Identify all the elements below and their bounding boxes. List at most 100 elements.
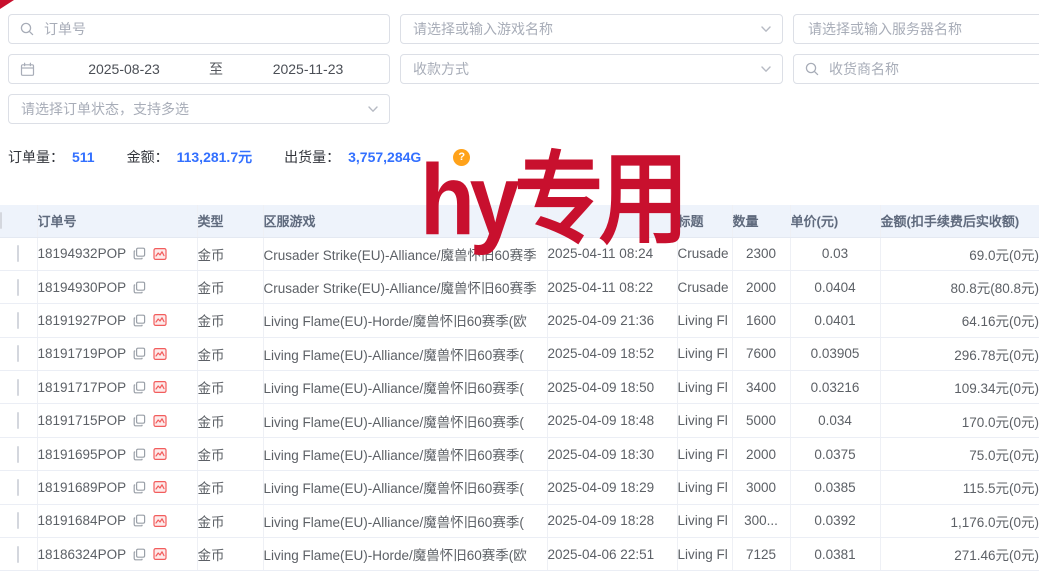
order-amount: 170.0元(0元) xyxy=(880,404,1039,437)
order-title: Living Fl xyxy=(677,304,732,337)
copy-icon[interactable] xyxy=(133,514,146,527)
image-icon[interactable] xyxy=(153,347,167,361)
copy-icon[interactable] xyxy=(133,347,146,360)
orders-table: 订单号 类型 区服游戏 标题 数量 单价(元) 金额(扣手续费后实收额) 181… xyxy=(0,205,1039,571)
search-icon xyxy=(805,62,819,76)
image-icon[interactable] xyxy=(153,380,167,394)
order-number-filter[interactable] xyxy=(8,14,390,44)
order-amount: 64.16元(0元) xyxy=(880,304,1039,337)
copy-icon[interactable] xyxy=(133,381,146,394)
order-time: 2025-04-09 18:30 xyxy=(547,437,677,470)
copy-icon[interactable] xyxy=(133,314,146,327)
server-name-filter[interactable] xyxy=(793,14,1039,44)
order-type: 金币 xyxy=(197,337,263,370)
order-time: 2025-04-06 22:51 xyxy=(547,538,677,571)
order-time: 2025-04-11 08:24 xyxy=(547,237,677,270)
order-type: 金币 xyxy=(197,504,263,537)
image-icon[interactable] xyxy=(153,547,167,561)
order-qty: 7600 xyxy=(732,337,790,370)
order-number: 18191715POP xyxy=(38,413,127,428)
order-qty: 5000 xyxy=(732,404,790,437)
order-amount: 109.34元(0元) xyxy=(880,371,1039,404)
order-price: 0.0375 xyxy=(790,437,880,470)
copy-icon[interactable] xyxy=(133,247,146,260)
order-qty: 1600 xyxy=(732,304,790,337)
order-time: 2025-04-09 18:28 xyxy=(547,504,677,537)
table-row: 18191927POP 金币 Living Flame(EU)-Horde/魔兽… xyxy=(0,304,1039,337)
order-status-placeholder: 请选择订单状态，支持多选 xyxy=(21,99,189,119)
table-row: 18191717POP 金币 Living Flame(EU)-Alliance… xyxy=(0,371,1039,404)
order-amount: 1,176.0元(0元) xyxy=(880,504,1039,537)
table-header-row: 订单号 类型 区服游戏 标题 数量 单价(元) 金额(扣手续费后实收额) xyxy=(0,205,1039,237)
date-start[interactable]: 2025-08-23 xyxy=(43,61,205,77)
payment-method-placeholder: 收款方式 xyxy=(413,59,469,79)
row-checkbox[interactable] xyxy=(17,312,19,329)
image-icon[interactable] xyxy=(153,313,167,327)
copy-icon[interactable] xyxy=(133,548,146,561)
copy-icon[interactable] xyxy=(133,448,146,461)
row-checkbox[interactable] xyxy=(17,412,19,429)
game-server: Living Flame(EU)-Alliance/魔兽怀旧60赛季( xyxy=(263,371,547,404)
amount-value: 113,281.7元 xyxy=(177,147,253,167)
order-qty: 2000 xyxy=(732,437,790,470)
order-number: 18191689POP xyxy=(38,480,127,495)
order-status-select[interactable]: 请选择订单状态，支持多选 xyxy=(8,94,390,124)
order-title: Living Fl xyxy=(677,337,732,370)
order-number-input[interactable] xyxy=(42,20,389,38)
table-row: 18191719POP 金币 Living Flame(EU)-Alliance… xyxy=(0,337,1039,370)
search-icon xyxy=(20,22,34,36)
order-amount: 69.0元(0元) xyxy=(880,237,1039,270)
order-type: 金币 xyxy=(197,304,263,337)
order-number: 18186324POP xyxy=(38,547,127,562)
server-name-input[interactable] xyxy=(806,20,1039,38)
game-server: Living Flame(EU)-Horde/魔兽怀旧60赛季(欧 xyxy=(263,304,547,337)
image-icon[interactable] xyxy=(153,447,167,461)
chevron-down-icon xyxy=(760,63,772,75)
image-icon[interactable] xyxy=(153,514,167,528)
merchant-name-input[interactable] xyxy=(827,60,1039,78)
copy-icon[interactable] xyxy=(133,281,146,294)
date-end[interactable]: 2025-11-23 xyxy=(227,61,389,77)
order-qty: 2300 xyxy=(732,237,790,270)
row-checkbox[interactable] xyxy=(17,345,19,362)
image-icon[interactable] xyxy=(153,247,167,261)
image-icon[interactable] xyxy=(153,480,167,494)
order-qty: 3000 xyxy=(732,471,790,504)
row-checkbox[interactable] xyxy=(17,479,19,496)
order-number: 18191719POP xyxy=(38,346,127,361)
order-qty: 2000 xyxy=(732,270,790,303)
order-price: 0.0385 xyxy=(790,471,880,504)
order-price: 0.0404 xyxy=(790,270,880,303)
order-count-stat: 订单量： 511 xyxy=(8,147,95,167)
order-number: 18194932POP xyxy=(38,246,127,261)
row-checkbox[interactable] xyxy=(17,279,19,296)
copy-icon[interactable] xyxy=(133,481,146,494)
date-range-picker[interactable]: 2025-08-23 至 2025-11-23 xyxy=(8,54,390,84)
amount-label: 金额： xyxy=(127,147,169,167)
game-server: Living Flame(EU)-Alliance/魔兽怀旧60赛季( xyxy=(263,404,547,437)
row-checkbox[interactable] xyxy=(17,512,19,529)
order-count-label: 订单量： xyxy=(8,147,64,167)
order-price: 0.0401 xyxy=(790,304,880,337)
row-checkbox[interactable] xyxy=(17,379,19,396)
select-all-checkbox[interactable] xyxy=(0,212,2,229)
amount-stat: 金额： 113,281.7元 xyxy=(127,147,253,167)
order-price: 0.03 xyxy=(790,237,880,270)
order-time: 2025-04-09 18:50 xyxy=(547,371,677,404)
table-row: 18191695POP 金币 Living Flame(EU)-Alliance… xyxy=(0,437,1039,470)
game-select-placeholder: 请选择或输入游戏名称 xyxy=(413,19,553,39)
row-checkbox[interactable] xyxy=(17,546,19,563)
order-amount: 75.0元(0元) xyxy=(880,437,1039,470)
image-icon[interactable] xyxy=(153,414,167,428)
row-checkbox[interactable] xyxy=(17,245,19,262)
help-icon[interactable]: ? xyxy=(453,149,470,166)
game-server: Living Flame(EU)-Alliance/魔兽怀旧60赛季( xyxy=(263,337,547,370)
game-select[interactable]: 请选择或输入游戏名称 xyxy=(400,14,783,44)
table-row: 18186324POP 金币 Living Flame(EU)-Horde/魔兽… xyxy=(0,538,1039,571)
merchant-name-filter[interactable] xyxy=(793,54,1039,84)
header-price: 单价(元) xyxy=(790,205,880,237)
chevron-down-icon xyxy=(367,103,379,115)
payment-method-select[interactable]: 收款方式 xyxy=(400,54,783,84)
row-checkbox[interactable] xyxy=(17,446,19,463)
copy-icon[interactable] xyxy=(133,414,146,427)
